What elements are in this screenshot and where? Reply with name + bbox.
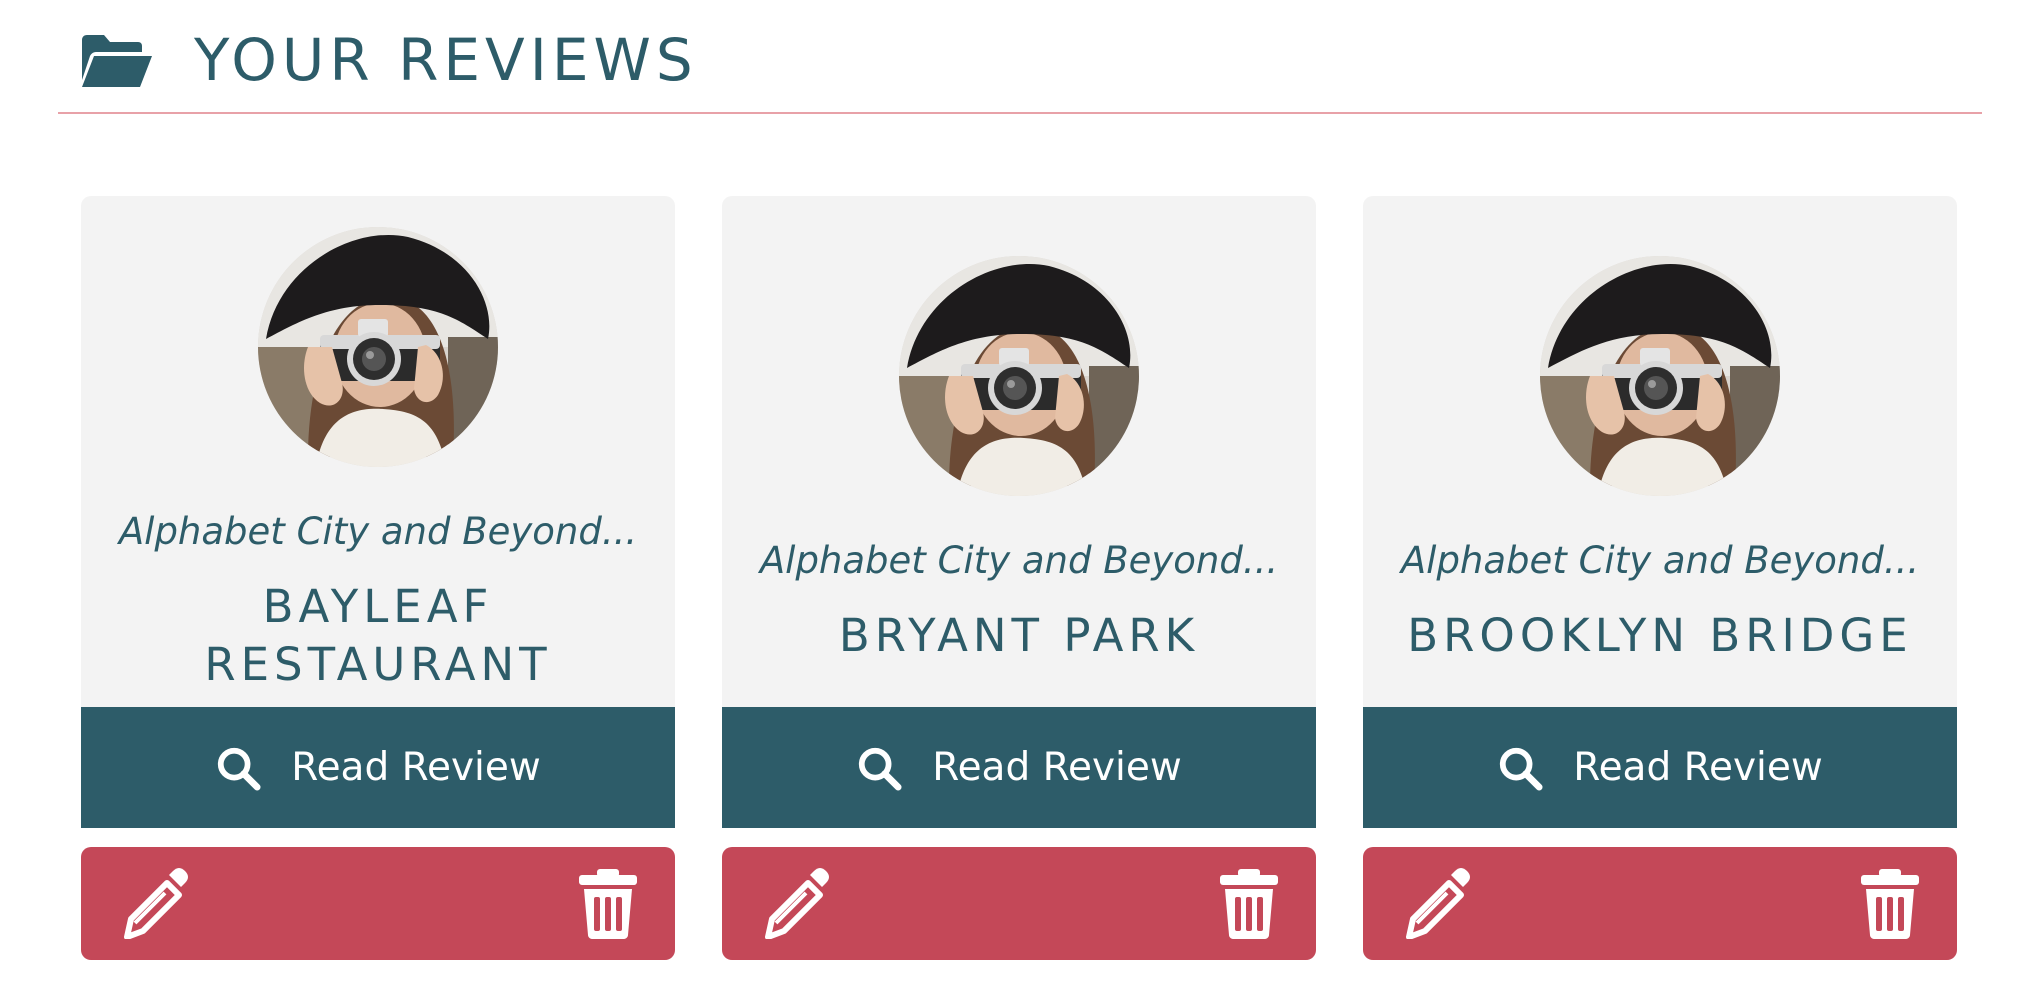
page-title: YOUR REVIEWS (194, 26, 698, 94)
place-name: BRYANT PARK (722, 607, 1316, 665)
review-actions (1363, 847, 1957, 960)
review-card: Alphabet City and Beyond... BAYLEAF REST… (81, 196, 675, 828)
read-review-button[interactable]: Read Review (1363, 707, 1957, 828)
avatar (899, 256, 1139, 496)
review-actions (81, 847, 675, 960)
review-card: Alphabet City and Beyond... BRYANT PARK … (722, 196, 1316, 828)
collection-name: Alphabet City and Beyond... (118, 510, 638, 553)
search-icon (1497, 745, 1543, 791)
trash-icon[interactable] (577, 867, 639, 939)
place-name-line: RESTAURANT (204, 638, 552, 691)
pencil-icon[interactable] (758, 867, 830, 939)
pencil-icon[interactable] (117, 867, 189, 939)
pencil-icon[interactable] (1399, 867, 1471, 939)
read-review-label: Read Review (932, 745, 1182, 790)
trash-icon[interactable] (1859, 867, 1921, 939)
collection-name: Alphabet City and Beyond... (759, 539, 1279, 582)
collection-name: Alphabet City and Beyond... (1400, 539, 1920, 582)
place-name-line: BAYLEAF (262, 580, 494, 633)
section-header: YOUR REVIEWS (58, 0, 1982, 114)
place-name: BROOKLYN BRIDGE (1363, 607, 1957, 665)
place-name-line: BRYANT PARK (838, 609, 1200, 662)
search-icon (215, 745, 261, 791)
read-review-label: Read Review (1573, 745, 1823, 790)
place-name-line: BROOKLYN BRIDGE (1407, 609, 1913, 662)
review-actions (722, 847, 1316, 960)
folder-open-icon (82, 35, 152, 87)
read-review-label: Read Review (291, 745, 541, 790)
search-icon (856, 745, 902, 791)
review-card: Alphabet City and Beyond... BROOKLYN BRI… (1363, 196, 1957, 828)
read-review-button[interactable]: Read Review (722, 707, 1316, 828)
read-review-button[interactable]: Read Review (81, 707, 675, 828)
avatar (1540, 256, 1780, 496)
reviews-page: YOUR REVIEWS Alphabet City and Beyond...… (0, 0, 2030, 986)
avatar (258, 227, 498, 467)
trash-icon[interactable] (1218, 867, 1280, 939)
place-name: BAYLEAF RESTAURANT (81, 578, 675, 694)
